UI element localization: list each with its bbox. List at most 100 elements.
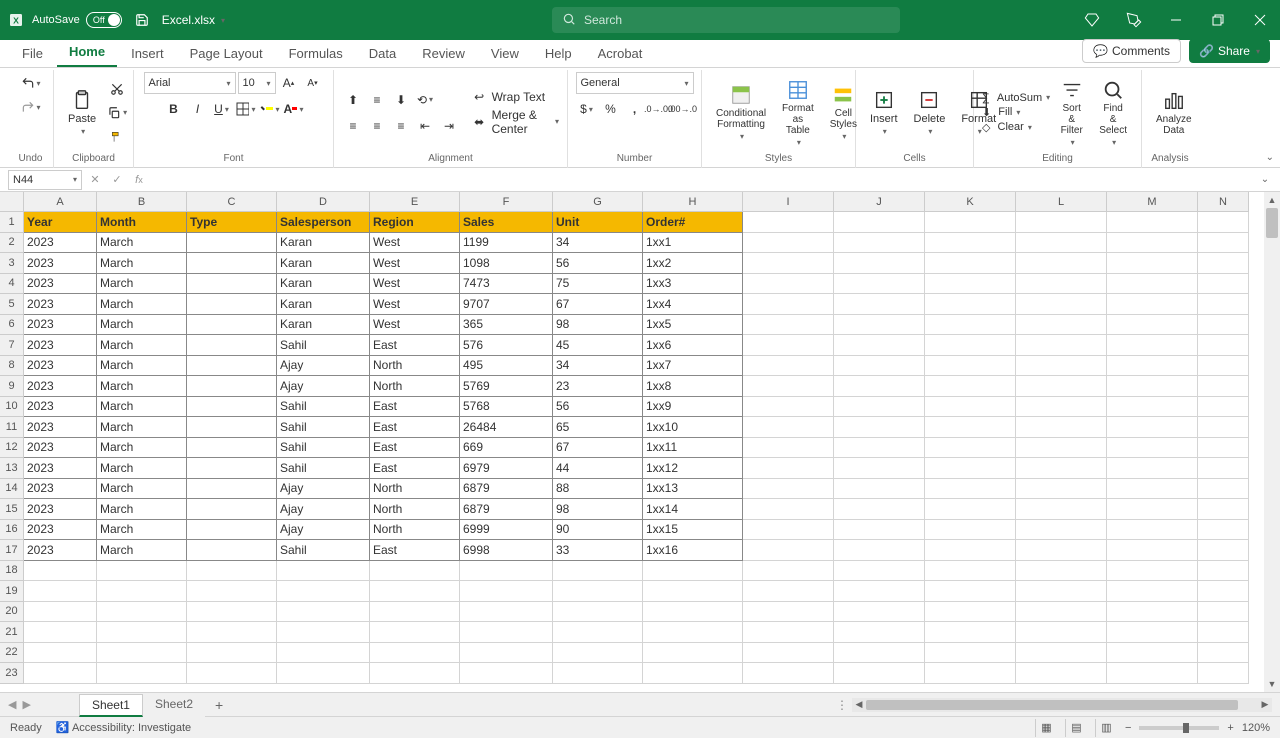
cell[interactable]: Year	[24, 212, 97, 233]
cell[interactable]: 2023	[24, 397, 97, 418]
zoom-in-button[interactable]: +	[1227, 722, 1233, 734]
cell[interactable]: Unit	[553, 212, 643, 233]
fill-color-button[interactable]: ▾	[259, 98, 281, 120]
cell[interactable]	[187, 233, 277, 254]
name-box[interactable]: N44▾	[8, 170, 82, 190]
cell[interactable]	[925, 356, 1016, 377]
copy-button[interactable]: ▾	[106, 102, 128, 124]
cell[interactable]: 365	[460, 315, 553, 336]
align-top-button[interactable]: ⬆	[342, 89, 364, 111]
cell[interactable]: West	[370, 294, 460, 315]
cell[interactable]	[743, 397, 834, 418]
cell[interactable]: 6879	[460, 499, 553, 520]
cell[interactable]	[277, 622, 370, 643]
cell[interactable]	[925, 581, 1016, 602]
cell[interactable]: 1xx7	[643, 356, 743, 377]
cell[interactable]: 1xx15	[643, 520, 743, 541]
cell[interactable]: East	[370, 397, 460, 418]
cell[interactable]	[743, 622, 834, 643]
cell[interactable]: March	[97, 253, 187, 274]
cell[interactable]	[1107, 479, 1198, 500]
cell[interactable]: 2023	[24, 274, 97, 295]
minimize-button[interactable]	[1164, 8, 1188, 32]
cell[interactable]: 9707	[460, 294, 553, 315]
cell[interactable]	[1107, 335, 1198, 356]
cell[interactable]: 33	[553, 540, 643, 561]
tab-insert[interactable]: Insert	[119, 40, 176, 67]
cell[interactable]	[1107, 561, 1198, 582]
cell[interactable]: 2023	[24, 233, 97, 254]
cell[interactable]: March	[97, 438, 187, 459]
cell[interactable]: 2023	[24, 438, 97, 459]
cell[interactable]	[97, 643, 187, 664]
number-format-combo[interactable]: General▾	[576, 72, 694, 94]
row-header[interactable]: 3	[0, 253, 24, 274]
cell[interactable]	[1198, 622, 1249, 643]
row-header[interactable]: 18	[0, 561, 24, 582]
cell[interactable]: Type	[187, 212, 277, 233]
tab-formulas[interactable]: Formulas	[277, 40, 355, 67]
cell[interactable]: 1199	[460, 233, 553, 254]
cell[interactable]	[643, 602, 743, 623]
horizontal-scrollbar[interactable]: ◀ ▶	[852, 698, 1272, 712]
cell[interactable]: Sahil	[277, 335, 370, 356]
cell[interactable]	[97, 561, 187, 582]
cell[interactable]: 2023	[24, 479, 97, 500]
cell[interactable]: 75	[553, 274, 643, 295]
cell[interactable]	[1198, 663, 1249, 684]
underline-button[interactable]: U▾	[211, 98, 233, 120]
cell[interactable]: Ajay	[277, 356, 370, 377]
cell[interactable]	[277, 561, 370, 582]
cell[interactable]	[925, 315, 1016, 336]
cell[interactable]	[187, 315, 277, 336]
cell[interactable]	[187, 581, 277, 602]
cell[interactable]	[834, 643, 925, 664]
comma-format-button[interactable]: ,	[624, 98, 646, 120]
cell[interactable]	[1016, 622, 1107, 643]
insert-cells-button[interactable]: Insert▾	[864, 87, 904, 138]
cell[interactable]: North	[370, 356, 460, 377]
cell[interactable]: 56	[553, 397, 643, 418]
paste-button[interactable]: Paste▾	[62, 87, 102, 138]
maximize-button[interactable]	[1206, 8, 1230, 32]
cell[interactable]: March	[97, 294, 187, 315]
cell[interactable]	[834, 622, 925, 643]
cell[interactable]	[1107, 458, 1198, 479]
tab-acrobat[interactable]: Acrobat	[586, 40, 655, 67]
column-header[interactable]: A	[24, 192, 97, 212]
cell[interactable]	[834, 335, 925, 356]
cell[interactable]: 1xx8	[643, 376, 743, 397]
cell[interactable]	[1198, 602, 1249, 623]
cell[interactable]: 44	[553, 458, 643, 479]
cell[interactable]	[460, 602, 553, 623]
cell[interactable]	[187, 397, 277, 418]
diamond-icon[interactable]	[1080, 8, 1104, 32]
cell[interactable]	[1016, 520, 1107, 541]
cell[interactable]	[187, 540, 277, 561]
orientation-button[interactable]: ⟲▾	[414, 89, 436, 111]
tab-home[interactable]: Home	[57, 38, 117, 67]
cell[interactable]	[1198, 479, 1249, 500]
row-header[interactable]: 7	[0, 335, 24, 356]
sheet-tab-sheet2[interactable]: Sheet2	[143, 694, 205, 717]
cell[interactable]: 6999	[460, 520, 553, 541]
increase-font-button[interactable]: A▴	[278, 72, 300, 94]
tab-file[interactable]: File	[10, 40, 55, 67]
cell[interactable]	[187, 294, 277, 315]
cell[interactable]	[925, 479, 1016, 500]
formula-input[interactable]	[152, 170, 1254, 190]
cell[interactable]	[1198, 499, 1249, 520]
cell[interactable]	[460, 643, 553, 664]
cell[interactable]	[1016, 253, 1107, 274]
cell[interactable]: 2023	[24, 540, 97, 561]
row-header[interactable]: 10	[0, 397, 24, 418]
cell[interactable]	[834, 561, 925, 582]
cell[interactable]: West	[370, 253, 460, 274]
increase-indent-button[interactable]: ⇥	[438, 115, 460, 137]
cell[interactable]	[743, 581, 834, 602]
cell[interactable]	[277, 663, 370, 684]
cell[interactable]	[460, 561, 553, 582]
cell[interactable]	[834, 356, 925, 377]
cell[interactable]	[1107, 376, 1198, 397]
cell[interactable]: Sahil	[277, 540, 370, 561]
